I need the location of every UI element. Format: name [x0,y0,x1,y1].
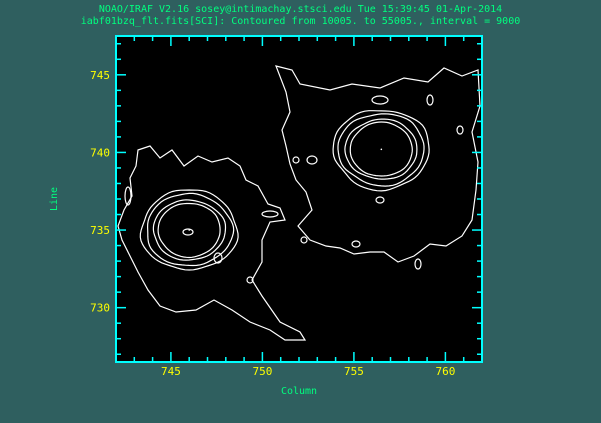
y-tick-label: 730 [90,302,110,315]
x-axis-label: Column [281,386,317,397]
y-tick-label: 735 [90,224,110,237]
y-tick-label: 745 [90,69,110,82]
x-tick-label: 750 [252,365,272,378]
plot-area [116,36,482,362]
contour-chart: 745 750 755 760 730 735 740 745 Column Line [49,35,483,397]
x-tick-label: 760 [435,365,455,378]
plot-window: NOAO/IRAF V2.16 sosey@intimachay.stsci.e… [0,0,601,423]
x-tick-label: 745 [161,365,181,378]
source-peak [380,148,383,151]
y-tick-label: 740 [90,146,110,159]
y-axis-label: Line [49,187,60,211]
x-tick-label: 755 [344,365,364,378]
